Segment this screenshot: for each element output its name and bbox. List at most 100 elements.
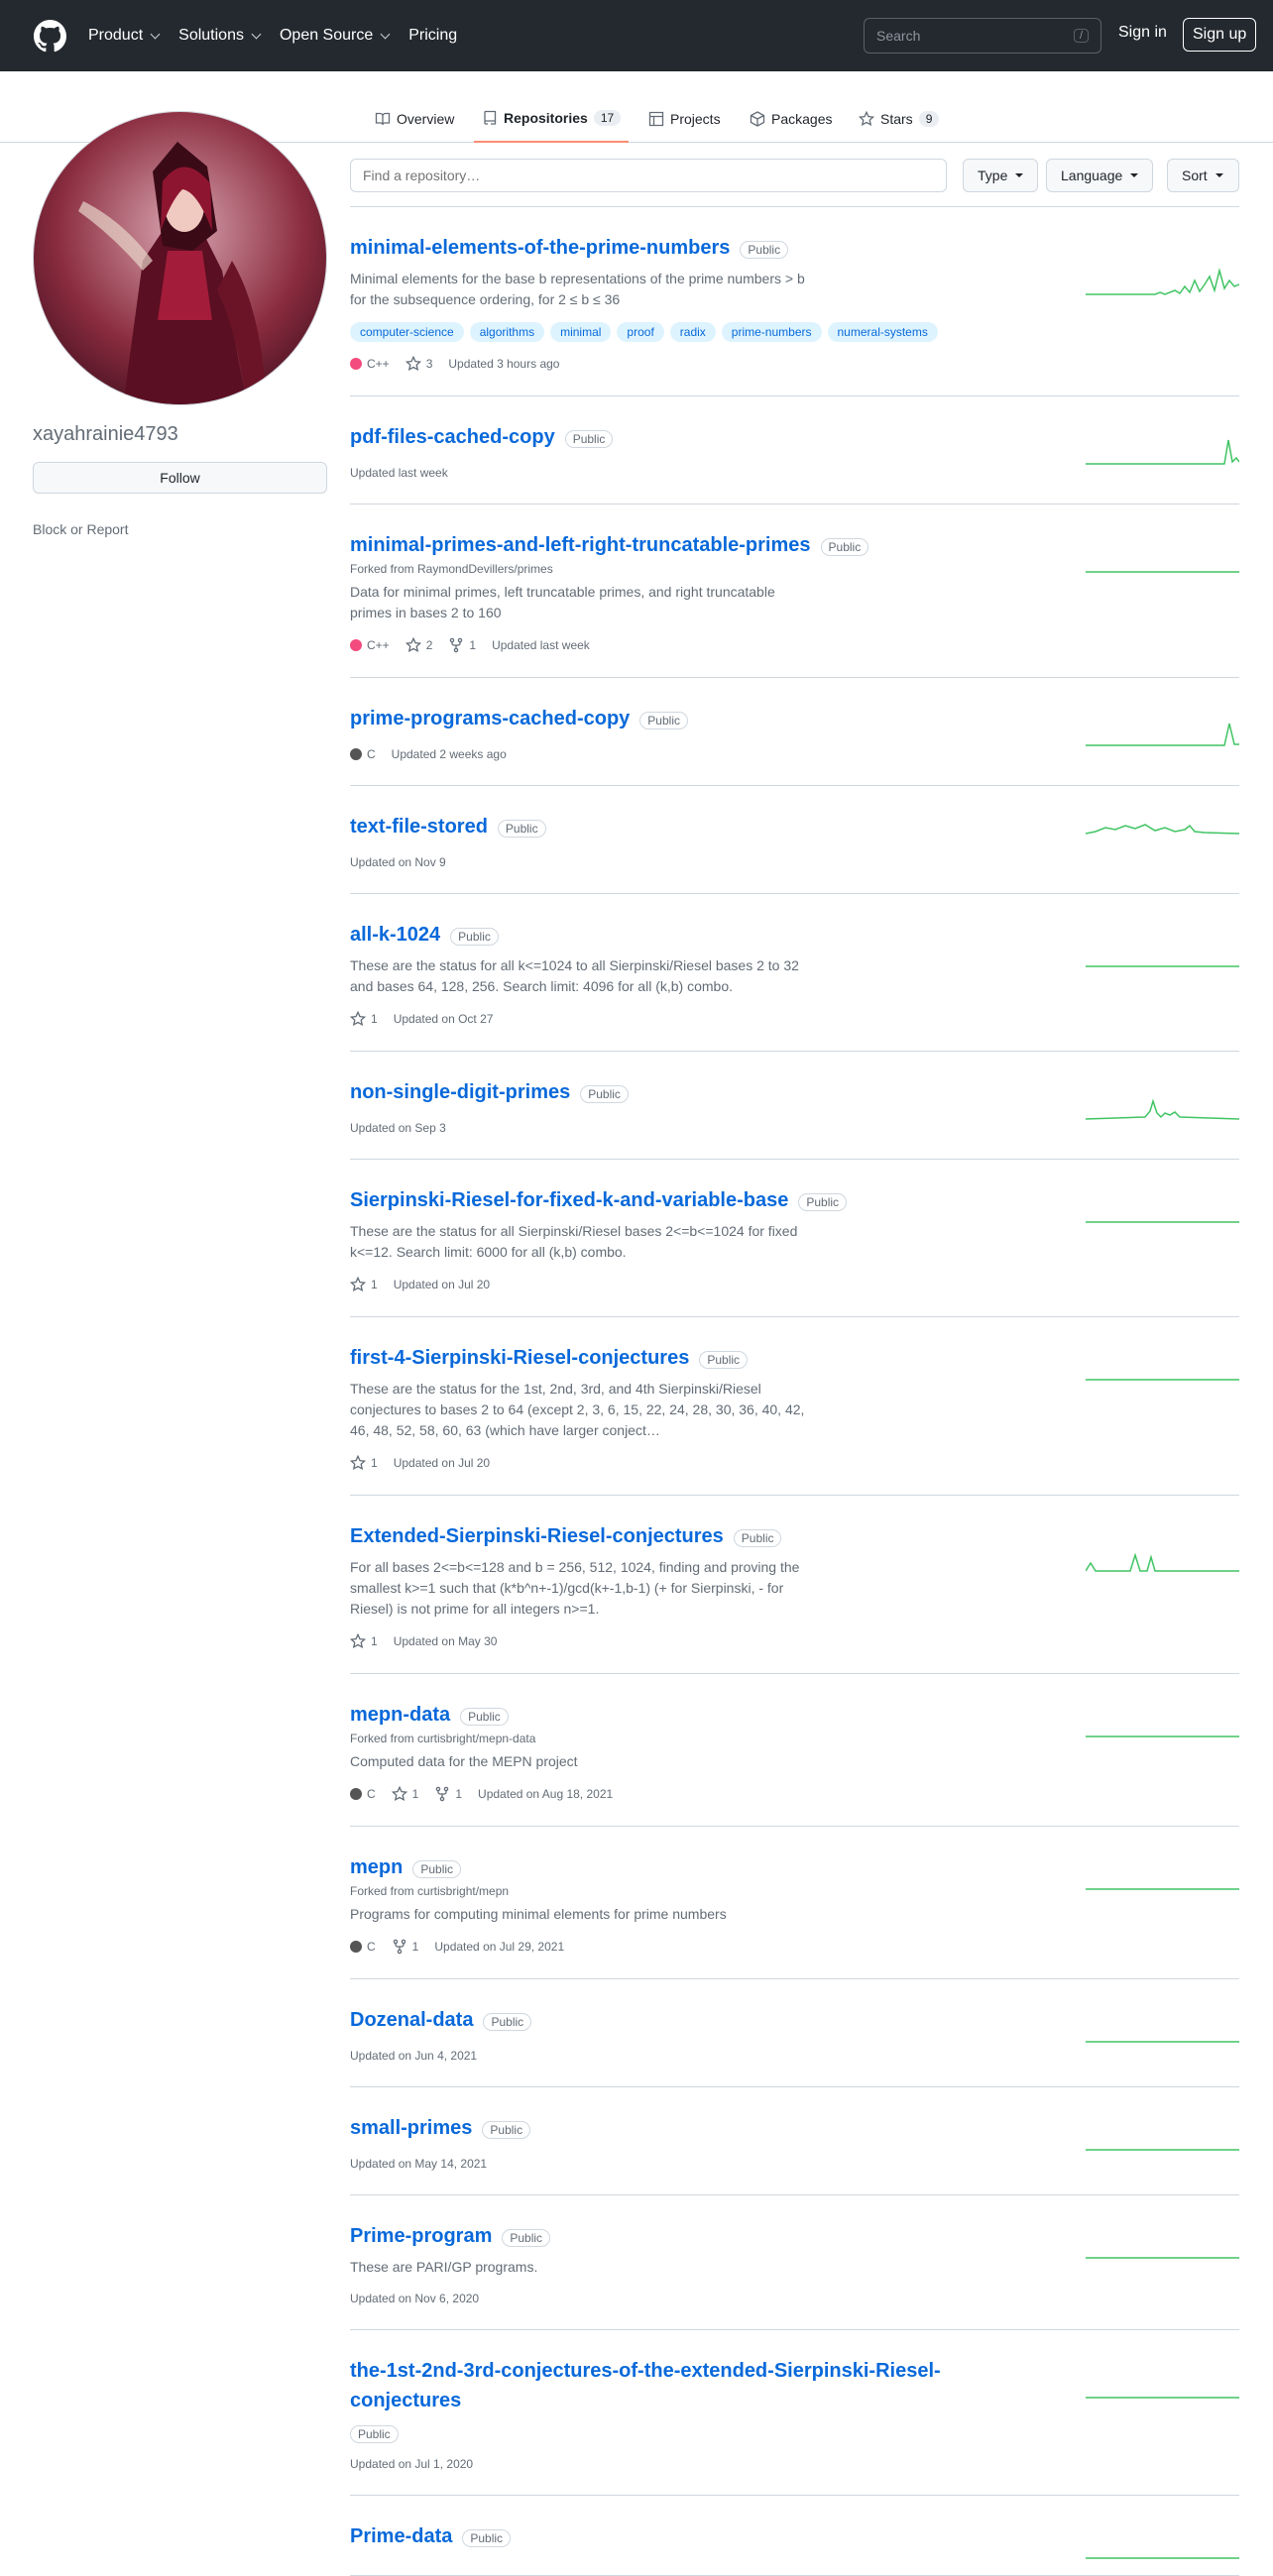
repository-item: minimal-primes-and-left-right-truncatabl… — [350, 504, 1239, 678]
topic-tag[interactable]: algorithms — [469, 322, 545, 342]
repo-name-link[interactable]: minimal-elements-of-the-prime-numbers — [350, 233, 730, 263]
stars-link[interactable]: 1 — [350, 1633, 378, 1649]
chevron-down-icon — [380, 29, 391, 39]
repo-name-link[interactable]: Sierpinski-Riesel-for-fixed-k-and-variab… — [350, 1185, 788, 1215]
updated-time: Updated on Jul 1, 2020 — [350, 2457, 474, 2471]
repo-meta: C++ 3 Updated 3 hours ago — [350, 356, 1239, 372]
stars-link[interactable]: 2 — [405, 637, 432, 653]
updated-time: Updated on Jul 20 — [393, 1278, 491, 1291]
sign-up-button[interactable]: Sign up — [1183, 18, 1257, 52]
language-color-dot — [350, 358, 362, 370]
stars-link[interactable]: 1 — [391, 1786, 418, 1802]
stars-link[interactable]: 1 — [350, 1011, 378, 1027]
nav-pricing[interactable]: Pricing — [408, 27, 457, 45]
nav-solutions[interactable]: Solutions — [178, 27, 262, 45]
repository-item: first-4-Sierpinski-Riesel-conjectures Pub… — [350, 1317, 1239, 1496]
star-icon — [350, 1633, 366, 1649]
activity-sparkline — [1086, 1552, 1239, 1572]
repo-title-row: Sierpinski-Riesel-for-fixed-k-and-variab… — [350, 1185, 1044, 1215]
topic-tag[interactable]: computer-science — [350, 322, 464, 342]
sign-in-link[interactable]: Sign in — [1118, 24, 1167, 42]
repo-name-link[interactable]: non-single-digit-primes — [350, 1077, 570, 1107]
star-icon — [859, 111, 874, 127]
find-repository-input[interactable] — [350, 159, 947, 192]
visibility-badge: Public — [350, 2425, 399, 2443]
topic-tag[interactable]: prime-numbers — [721, 322, 822, 342]
activity-sparkline — [1086, 2041, 1239, 2043]
repo-title-row: the-1st-2nd-3rd-conjectures-of-the-exten… — [350, 2356, 1044, 2443]
repo-name-link[interactable]: mepn-data — [350, 1700, 450, 1730]
star-icon — [350, 1455, 366, 1471]
repo-description: Minimal elements for the base b represen… — [350, 271, 805, 307]
updated-time: Updated on Jun 4, 2021 — [350, 2049, 478, 2063]
activity-sparkline — [1086, 2149, 1239, 2151]
repo-description: Programs for computing minimal elements … — [350, 1906, 727, 1922]
forks-link[interactable]: 1 — [448, 637, 476, 653]
tab-projects[interactable]: Projects — [640, 95, 729, 143]
repo-name-link[interactable]: all-k-1024 — [350, 920, 440, 950]
updated-time: Updated on Jul 20 — [393, 1456, 491, 1470]
repo-name-link[interactable]: small-primes — [350, 2113, 472, 2143]
topic-tag[interactable]: proof — [617, 322, 664, 342]
follow-button[interactable]: Follow — [33, 462, 327, 494]
stars-link[interactable]: 3 — [405, 356, 432, 372]
language-filter-button[interactable]: Language — [1046, 159, 1154, 192]
type-filter-button[interactable]: Type — [963, 159, 1039, 192]
github-logo-icon[interactable] — [34, 19, 66, 53]
profile-sidebar: xayahrainie4793 Follow Block or Report — [33, 111, 327, 537]
fork-icon — [450, 637, 463, 653]
star-icon — [350, 1011, 366, 1027]
updated-time: Updated on May 30 — [393, 1634, 498, 1648]
topic-tag[interactable]: numeral-systems — [827, 322, 938, 342]
repo-title-row: mepn Public — [350, 1852, 1044, 1882]
language-label: C — [350, 747, 376, 761]
stars-link[interactable]: 1 — [350, 1455, 378, 1471]
repo-name-link[interactable]: Prime-data — [350, 2521, 452, 2551]
repo-name-link[interactable]: text-file-stored — [350, 812, 488, 841]
tab-overview[interactable]: Overview — [367, 95, 462, 143]
nav-product[interactable]: Product — [88, 27, 161, 45]
header-nav: Product Solutions Open Source Pricing — [88, 27, 457, 45]
visibility-badge: Public — [798, 1193, 848, 1211]
repo-meta: 1 Updated on Jul 20 — [350, 1455, 1239, 1471]
repo-name-link[interactable]: pdf-files-cached-copy — [350, 422, 555, 452]
repository-item: small-primes Public Updated on May 14, 202… — [350, 2087, 1239, 2195]
repo-name-link[interactable]: the-1st-2nd-3rd-conjectures-of-the-exten… — [350, 2356, 1044, 2415]
updated-time: Updated on Oct 27 — [393, 1012, 494, 1026]
block-or-report-link[interactable]: Block or Report — [33, 521, 327, 537]
repository-item: prime-programs-cached-copy Public C Updated… — [350, 678, 1239, 786]
language-color-dot — [350, 639, 362, 651]
updated-time: Updated 2 weeks ago — [391, 747, 507, 761]
repository-item: the-1st-2nd-3rd-conjectures-of-the-exten… — [350, 2330, 1239, 2496]
repo-title-row: pdf-files-cached-copy Public — [350, 422, 1044, 452]
repo-name-link[interactable]: minimal-primes-and-left-right-truncatabl… — [350, 530, 811, 560]
repo-title-row: Prime-data Public — [350, 2521, 1044, 2551]
header-search-input[interactable]: Search / — [864, 18, 1101, 54]
fork-icon — [436, 1786, 449, 1802]
nav-open-source[interactable]: Open Source — [280, 27, 391, 45]
visibility-badge: Public — [460, 1708, 509, 1726]
visibility-badge: Public — [740, 241, 789, 259]
forks-link[interactable]: 1 — [434, 1786, 462, 1802]
repo-name-link[interactable]: Extended-Sierpinski-Riesel-conjectures — [350, 1521, 724, 1551]
sort-button[interactable]: Sort — [1167, 159, 1239, 192]
updated-time: Updated on Nov 9 — [350, 855, 446, 869]
forks-link[interactable]: 1 — [392, 1939, 418, 1955]
repo-name-link[interactable]: prime-programs-cached-copy — [350, 704, 630, 733]
repo-name-link[interactable]: first-4-Sierpinski-Riesel-conjectures — [350, 1343, 689, 1373]
avatar[interactable] — [33, 111, 327, 405]
repo-meta: C Updated 2 weeks ago — [350, 747, 1239, 761]
topic-tag[interactable]: radix — [669, 322, 716, 342]
topic-tag[interactable]: minimal — [550, 322, 612, 342]
chevron-down-icon — [251, 29, 262, 39]
tab-repositories[interactable]: Repositories 17 — [474, 95, 630, 143]
repo-meta: Updated on Nov 9 — [350, 855, 1239, 869]
tab-packages[interactable]: Packages — [742, 95, 840, 143]
repo-name-link[interactable]: Dozenal-data — [350, 2005, 473, 2035]
repo-name-link[interactable]: mepn — [350, 1852, 403, 1882]
repo-name-link[interactable]: Prime-program — [350, 2221, 492, 2251]
tab-stars[interactable]: Stars 9 — [851, 95, 947, 143]
stars-link[interactable]: 1 — [350, 1277, 378, 1292]
repo-meta: 1 Updated on Oct 27 — [350, 1011, 1239, 1027]
star-icon — [405, 356, 421, 372]
